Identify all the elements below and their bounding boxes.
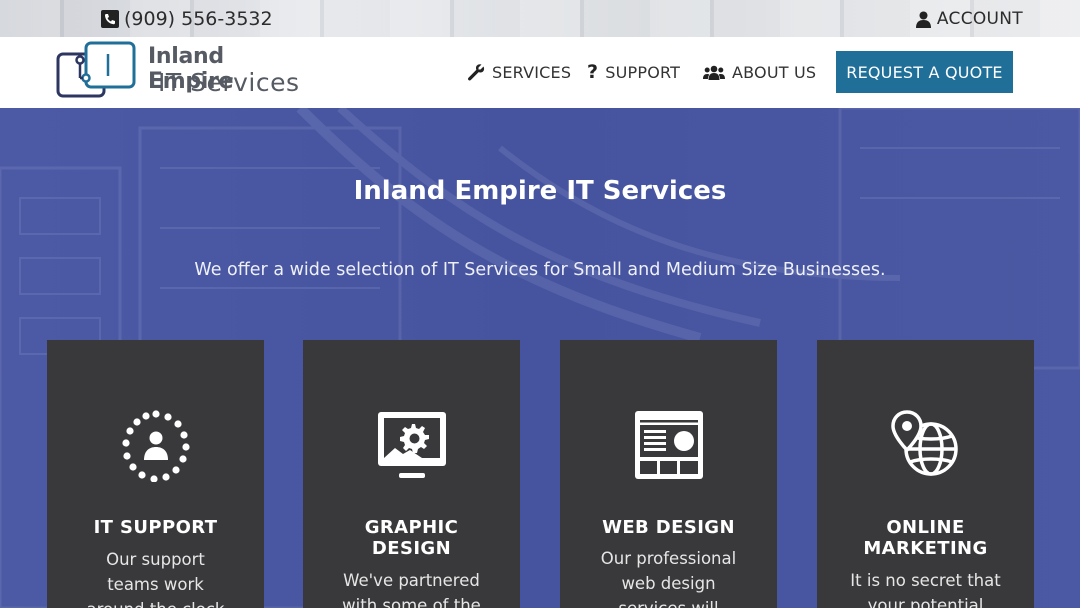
question-icon: ? (587, 61, 599, 83)
account-link[interactable]: ACCOUNT (915, 7, 1023, 31)
site-header: Inland Empire IT Services SERVICES ? SUP… (0, 37, 1080, 108)
support-person-icon (122, 410, 190, 482)
request-quote-button[interactable]: REQUEST A QUOTE (836, 51, 1013, 93)
service-card-web-design[interactable]: WEB DESIGN Our professional web design s… (560, 340, 777, 608)
hero-section: Inland Empire IT Services We offer a wid… (0, 108, 1080, 608)
card-title: ONLINE MARKETING (863, 517, 988, 559)
nav-services[interactable]: SERVICES (467, 51, 571, 93)
location-globe-icon (891, 410, 958, 476)
card-text: Our support teams work around the clock (87, 550, 225, 608)
nav-about-label: ABOUT US (732, 62, 817, 82)
phone-number: (909) 556-3532 (124, 8, 273, 30)
service-card-online-marketing[interactable]: ONLINE MARKETING It is no secret that yo… (817, 340, 1034, 608)
nav-support[interactable]: ? SUPPORT (587, 51, 680, 93)
card-title: GRAPHIC DESIGN (364, 517, 459, 559)
hero-subtitle: We offer a wide selection of IT Services… (194, 260, 886, 280)
card-text: We've partnered with some of the (342, 571, 481, 608)
browser-layout-icon (635, 411, 703, 479)
monitor-gear-icon (378, 412, 446, 478)
nav-support-label: SUPPORT (605, 62, 681, 82)
service-card-graphic-design[interactable]: GRAPHIC DESIGN We've partnered with some… (303, 340, 520, 608)
hero-title: Inland Empire IT Services (353, 176, 727, 206)
service-card-it-support[interactable]: IT SUPPORT Our support teams work around… (47, 340, 264, 608)
logo-mark-icon (56, 41, 136, 98)
card-text: It is no secret that your potential (850, 571, 1001, 608)
user-icon (915, 11, 931, 28)
logo-subtitle: IT Services (158, 68, 300, 97)
users-icon (703, 65, 725, 80)
card-title: IT SUPPORT (93, 517, 218, 538)
card-text: Our professional web design services wil… (600, 549, 737, 608)
account-label: ACCOUNT (936, 9, 1023, 29)
wrench-icon (467, 64, 485, 81)
card-title: WEB DESIGN (602, 517, 735, 538)
nav-services-label: SERVICES (492, 62, 572, 82)
site-logo[interactable]: Inland Empire IT Services (56, 40, 306, 100)
phone-square-icon (101, 10, 119, 28)
phone-link[interactable]: (909) 556-3532 (101, 7, 273, 31)
nav-about-us[interactable]: ABOUT US (703, 51, 816, 93)
top-bar: (909) 556-3532 ACCOUNT (0, 0, 1080, 37)
